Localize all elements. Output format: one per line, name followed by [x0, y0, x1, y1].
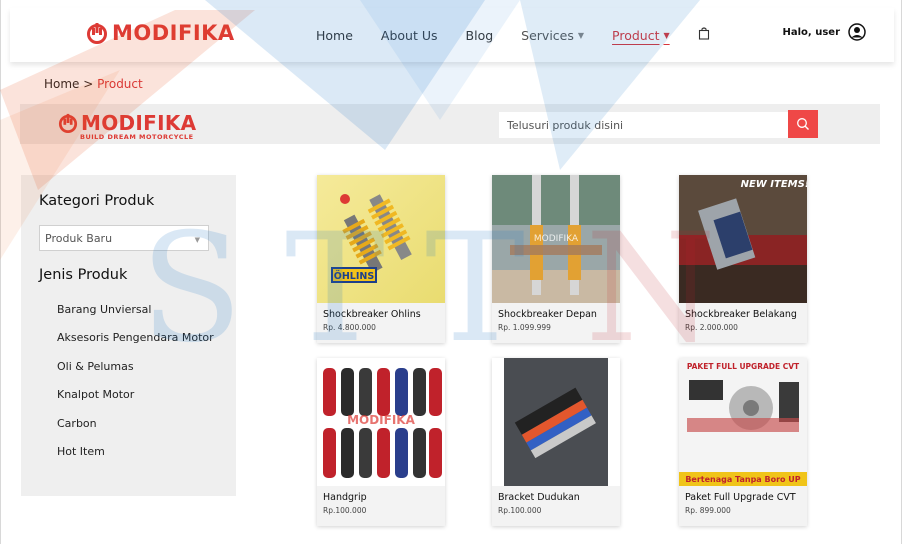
cart-icon[interactable] — [698, 27, 710, 43]
product-name: Bracket Dudukan — [498, 492, 580, 503]
product-image-label: ÖHLINS — [334, 271, 375, 282]
product-image — [492, 358, 620, 486]
top-navbar: MODIFIKA Home About Us Blog Services ▼ Pr… — [10, 8, 894, 62]
nav-blog[interactable]: Blog — [466, 28, 494, 43]
product-name: Shockbreaker Depan — [498, 309, 597, 320]
product-name: Paket Full Upgrade CVT — [685, 492, 796, 503]
product-info: Paket Full Upgrade CVT Rp. 899.000 — [679, 486, 807, 526]
nav-about-us[interactable]: About Us — [381, 28, 438, 43]
product-image: NEW ITEMS! — [679, 175, 807, 303]
banner-logo-tagline: BUILD DREAM MOTORCYCLE — [80, 133, 194, 141]
product-name: Handgrip — [323, 492, 367, 503]
product-type-item[interactable]: Aksesoris Pengendara Motor — [57, 331, 214, 359]
product-info: Shockbreaker Ohlins Rp. 4.800.000 — [317, 303, 445, 343]
product-card[interactable]: NEW ITEMS! Shockbreaker Belakang Rp. 2.0… — [679, 175, 807, 343]
breadcrumb-separator: > — [83, 77, 94, 91]
search-button[interactable] — [788, 110, 818, 138]
product-type-item[interactable]: Carbon — [57, 417, 214, 445]
breadcrumb-current: Product — [97, 77, 143, 91]
product-card[interactable]: MODIFIKA Handgrip Rp.100.000 — [317, 358, 445, 526]
product-price: Rp. 2.000.000 — [685, 323, 738, 332]
modifika-logo-icon — [87, 23, 107, 44]
product-price: Rp.100.000 — [498, 506, 542, 515]
banner-logo-text: MODIFIKA — [81, 111, 197, 135]
product-info: Shockbreaker Depan Rp. 1.099.999 — [492, 303, 620, 343]
product-price: Rp.100.000 — [323, 506, 367, 515]
modifika-banner-logo: MODIFIKA BUILD DREAM MOTORCYCLE — [58, 113, 196, 141]
product-type-item[interactable]: Hot Item — [57, 445, 214, 473]
nav-product[interactable]: Product ▼ — [612, 28, 670, 43]
product-image: PAKET FULL UPGRADE CVT Bertenaga Tanpa B… — [679, 358, 807, 486]
chevron-down-icon: ▼ — [194, 236, 200, 244]
nav-product-label: Product — [612, 27, 660, 43]
product-image-label: PAKET FULL UPGRADE CVT — [687, 362, 800, 371]
brand-logo[interactable]: MODIFIKA — [86, 21, 235, 45]
breadcrumb-home[interactable]: Home — [44, 77, 79, 91]
category-select-value: Produk Baru — [45, 232, 113, 245]
product-card[interactable]: Bracket Dudukan Rp.100.000 — [492, 358, 620, 526]
product-search-input[interactable] — [499, 112, 789, 138]
user-avatar-icon — [848, 23, 866, 41]
nav-services[interactable]: Services ▼ — [521, 28, 584, 43]
brand-name: MODIFIKA — [112, 21, 235, 45]
product-type-item[interactable]: Knalpot Motor — [57, 388, 214, 416]
product-info: Handgrip Rp.100.000 — [317, 486, 445, 526]
search-icon — [797, 118, 809, 130]
chevron-down-icon: ▼ — [577, 30, 585, 40]
product-image-label: MODIFIKA — [347, 413, 416, 427]
product-info: Bracket Dudukan Rp.100.000 — [492, 486, 620, 526]
cvt-kit-image: PAKET FULL UPGRADE CVT Bertenaga Tanpa B… — [679, 358, 807, 486]
product-price: Rp. 1.099.999 — [498, 323, 551, 332]
nav-services-label: Services — [521, 27, 574, 43]
product-image-label: MODIFIKA — [534, 234, 579, 244]
modifika-logo-icon — [58, 113, 78, 133]
main-nav: Home About Us Blog Services ▼ Product ▼ — [316, 27, 738, 43]
category-heading: Kategori Produk — [39, 193, 155, 209]
product-price: Rp. 4.800.000 — [323, 323, 376, 332]
front-fork-image: MODIFIKA — [492, 175, 620, 303]
search-band: MODIFIKA BUILD DREAM MOTORCYCLE — [20, 104, 880, 144]
handgrip-image: MODIFIKA — [317, 358, 445, 486]
breadcrumb: Home > Product — [44, 77, 143, 91]
product-info: Shockbreaker Belakang Rp. 2.000.000 — [679, 303, 807, 343]
product-image: MODIFIKA — [317, 358, 445, 486]
product-name: Shockbreaker Ohlins — [323, 309, 421, 320]
product-type-heading: Jenis Produk — [39, 267, 128, 283]
product-image: MODIFIKA — [492, 175, 620, 303]
category-select[interactable]: Produk Baru ▼ — [39, 225, 209, 251]
chevron-down-icon: ▼ — [663, 30, 670, 40]
shock-absorber-image: ÖHLINS — [317, 175, 445, 303]
product-type-item[interactable]: Barang Unviersal — [57, 303, 214, 331]
user-menu[interactable]: Halo, user — [783, 23, 866, 41]
product-name: Shockbreaker Belakang — [685, 309, 797, 320]
product-image-caption: Bertenaga Tanpa Boro UP — [685, 475, 800, 484]
shopping-bag-icon — [698, 27, 709, 40]
bracket-image — [492, 358, 620, 486]
product-type-list: Barang Unviersal Aksesoris Pengendara Mo… — [57, 303, 214, 473]
product-type-item[interactable]: Oli & Pelumas — [57, 360, 214, 388]
product-card[interactable]: PAKET FULL UPGRADE CVT Bertenaga Tanpa B… — [679, 358, 807, 526]
product-card[interactable]: ÖHLINS Shockbreaker Ohlins Rp. 4.800.000 — [317, 175, 445, 343]
category-sidebar: Kategori Produk Produk Baru ▼ Jenis Prod… — [21, 175, 236, 496]
nav-home[interactable]: Home — [316, 28, 353, 43]
product-image: ÖHLINS — [317, 175, 445, 303]
product-image-label: NEW ITEMS! — [741, 179, 807, 190]
product-card[interactable]: MODIFIKA Shockbreaker Depan Rp. 1.099.99… — [492, 175, 620, 343]
rear-shock-image: NEW ITEMS! — [679, 175, 807, 303]
product-price: Rp. 899.000 — [685, 506, 731, 515]
user-greeting: Halo, user — [782, 26, 840, 38]
